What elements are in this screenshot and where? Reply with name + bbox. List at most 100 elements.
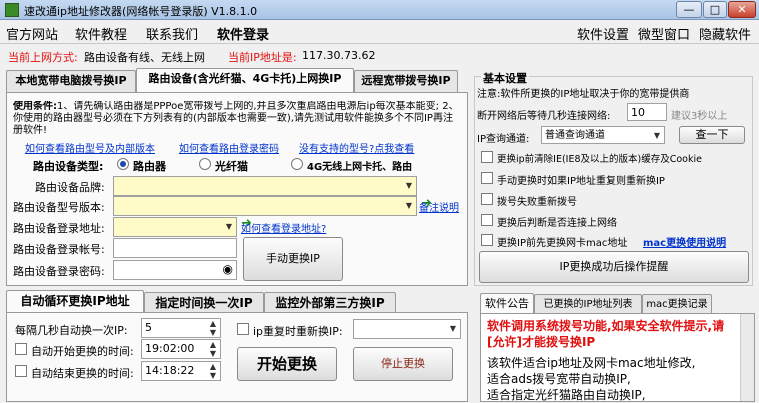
- usage-title: 使用条件:: [13, 101, 57, 112]
- close-button[interactable]: ✕: [728, 1, 756, 18]
- chevron-down-icon: ▼: [653, 131, 661, 140]
- opt-clear-cache-label: 更换ip前清除IE(IE8及以上的版本)缓存及Cookie: [497, 154, 702, 165]
- link-supported-models[interactable]: 没有支持的型号?点我查看: [299, 140, 414, 155]
- repeat-checkbox[interactable]: [237, 323, 249, 335]
- repeat-select[interactable]: ▼: [353, 319, 461, 339]
- menu-settings[interactable]: 软件设置: [577, 24, 629, 43]
- notice-scrollbar[interactable]: [740, 314, 754, 401]
- brand-label: 路由设备品牌:: [35, 181, 105, 194]
- model-note-link[interactable]: 备注说明: [419, 199, 459, 214]
- opt-repeat-change-checkbox[interactable]: [481, 172, 493, 184]
- interval-value: 5: [145, 321, 152, 334]
- end-time-checkbox[interactable]: [15, 365, 27, 377]
- notice-headline: 软件调用系统拨号功能,如果安全软件提示,请[允许]才能拨号换IP: [487, 319, 725, 349]
- maximize-button[interactable]: □: [703, 1, 727, 18]
- mode-value: 路由设备有线、无线上网: [84, 51, 205, 64]
- model-select[interactable]: ▼: [113, 196, 417, 216]
- start-change-button[interactable]: 开始更换: [237, 347, 337, 381]
- radio-4g-label: 4G无线上网卡托、路由: [307, 162, 413, 173]
- login-account-label: 路由设备登录帐号:: [13, 243, 105, 256]
- menu-tutorial[interactable]: 软件教程: [75, 24, 127, 43]
- tab-monitor[interactable]: 监控外部第三方换IP: [264, 292, 396, 312]
- start-time-label: 自动开始更换的时间:: [31, 345, 134, 358]
- login-addr-select[interactable]: ▼: [113, 217, 237, 237]
- opt-redial-checkbox[interactable]: [481, 193, 493, 205]
- login-addr-link[interactable]: 如何查看登录地址?: [241, 220, 326, 235]
- login-account-input[interactable]: [113, 238, 237, 258]
- opt-change-mac-checkbox[interactable]: [481, 234, 493, 246]
- settings-title: 基本设置: [481, 70, 529, 86]
- login-password-input[interactable]: ◉: [113, 260, 237, 280]
- device-type-label: 路由设备类型:: [33, 160, 104, 173]
- mac-help-link[interactable]: mac更换使用说明: [643, 234, 726, 249]
- tab-router[interactable]: 路由设备(含光纤猫、4G卡托)上网换IP: [136, 68, 354, 92]
- opt-clear-cache-checkbox[interactable]: [481, 151, 493, 163]
- notice-line: 适合指定光纤猫路由自动换IP,: [487, 388, 646, 402]
- menu-official-site[interactable]: 官方网站: [6, 24, 58, 43]
- menu-bar: 官方网站 软件教程 联系我们 软件登录 软件设置 微型窗口 隐藏软件: [0, 20, 759, 44]
- opt-check-network-label: 更换后判断是否连接上网络: [497, 218, 617, 229]
- end-time-input[interactable]: 14:18:22 ▲ ▼: [141, 361, 221, 381]
- ip-label: 当前IP地址是:: [228, 51, 297, 64]
- interval-label: 每隔几秒自动换一次IP:: [15, 324, 128, 337]
- opt-redial-label: 拨号失败重新拨号: [497, 197, 577, 208]
- settings-note: 注意:软件所更换的IP地址取决于你的宽带提供商: [477, 89, 690, 100]
- menu-login[interactable]: 软件登录: [217, 24, 269, 43]
- interval-input[interactable]: 5 ▲ ▼: [141, 318, 221, 338]
- opt-check-network-checkbox[interactable]: [481, 214, 493, 226]
- start-time-input[interactable]: 19:02:00 ▲ ▼: [141, 339, 221, 359]
- radio-4g[interactable]: [291, 158, 303, 170]
- window-title: 速改通ip地址修改器(网络帐号登录版) V1.8.1.0: [24, 5, 258, 18]
- usage-text: 1、请先确认路由器是PPPoe宽带拨号上网的,并且多次重启路由电源后ip每次基本…: [13, 101, 459, 136]
- opt-change-mac-label: 更换IP前先更换网卡mac地址: [497, 238, 628, 249]
- minimize-button[interactable]: —: [676, 1, 702, 18]
- start-time-value: 19:02:00: [145, 342, 195, 355]
- chevron-down-icon: ▼: [405, 181, 413, 190]
- chevron-down-icon: ▼: [225, 222, 233, 231]
- query-label: IP查询通道:: [477, 134, 530, 145]
- success-reminder-button[interactable]: IP更换成功后操作提醒: [479, 251, 749, 283]
- start-time-checkbox[interactable]: [15, 343, 27, 355]
- radio-fiber-label: 光纤猫: [215, 160, 248, 173]
- opt-repeat-change-label: 手动更换时如果IP地址重复则重新换IP: [497, 176, 665, 187]
- tab-ip-history[interactable]: 已更换的IP地址列表: [534, 294, 642, 313]
- chevron-down-icon: ▼: [449, 324, 457, 333]
- usage-conditions: 使用条件:1、请先确认路由器是PPPoe宽带拨号上网的,并且多次重启路由电源后i…: [13, 101, 461, 139]
- wait-input[interactable]: 10: [627, 103, 667, 121]
- mode-label: 当前上网方式:: [8, 51, 78, 64]
- wait-label: 断开网络后等待几秒连接网络:: [477, 111, 611, 122]
- query-value: 普通查询通道: [545, 130, 605, 141]
- notice-line: 该软件适合ip地址及网卡mac地址修改,: [487, 356, 696, 370]
- spinner-icon[interactable]: ▲ ▼: [206, 319, 220, 337]
- query-button[interactable]: 查一下: [679, 126, 745, 144]
- tab-notice[interactable]: 软件公告: [480, 293, 534, 313]
- router-panel: 使用条件:1、请先确认路由器是PPPoe宽带拨号上网的,并且多次重启路由电源后i…: [6, 92, 468, 286]
- tab-mac-history[interactable]: mac更换记录: [642, 294, 712, 313]
- link-router-model[interactable]: 如何查看路由型号及内部版本: [25, 140, 155, 155]
- radio-fiber[interactable]: [199, 158, 211, 170]
- spinner-icon[interactable]: ▲ ▼: [206, 362, 220, 380]
- manual-change-ip-button[interactable]: 手动更换IP: [243, 237, 343, 281]
- menu-mini-window[interactable]: 微型窗口: [638, 24, 690, 43]
- stop-change-button[interactable]: 停止更换: [353, 347, 453, 381]
- tab-scheduled[interactable]: 指定时间换一次IP: [144, 292, 264, 312]
- basic-settings-group: 基本设置 注意:软件所更换的IP地址取决于你的宽带提供商 断开网络后等待几秒连接…: [474, 70, 753, 286]
- query-select[interactable]: 普通查询通道 ▼: [541, 126, 665, 144]
- wait-hint: 建议3秒以上: [671, 111, 728, 122]
- tab-remote-dialup[interactable]: 远程宽带拨号换IP: [354, 70, 458, 92]
- menu-hide[interactable]: 隐藏软件: [699, 24, 751, 43]
- radio-router[interactable]: [117, 158, 129, 170]
- end-time-value: 14:18:22: [145, 364, 195, 377]
- ip-value: 117.30.73.62: [302, 49, 376, 62]
- login-addr-label: 路由设备登录地址:: [13, 222, 105, 235]
- brand-select[interactable]: ▼: [113, 176, 417, 196]
- menu-contact[interactable]: 联系我们: [146, 24, 198, 43]
- spinner-icon[interactable]: ▲ ▼: [206, 340, 220, 358]
- tab-local-dialup[interactable]: 本地宽带电脑拨号换IP: [6, 70, 136, 92]
- eye-icon[interactable]: ◉: [223, 262, 233, 276]
- login-password-label: 路由设备登录密码:: [13, 265, 105, 278]
- auto-panel: 每隔几秒自动换一次IP: 5 ▲ ▼ ip重复时重新换IP: ▼ 自动开始更换的时间…: [6, 312, 468, 402]
- radio-router-label: 路由器: [133, 160, 166, 173]
- link-router-password[interactable]: 如何查看路由登录密码: [179, 140, 279, 155]
- tab-auto-loop[interactable]: 自动循环更换IP地址: [6, 290, 144, 312]
